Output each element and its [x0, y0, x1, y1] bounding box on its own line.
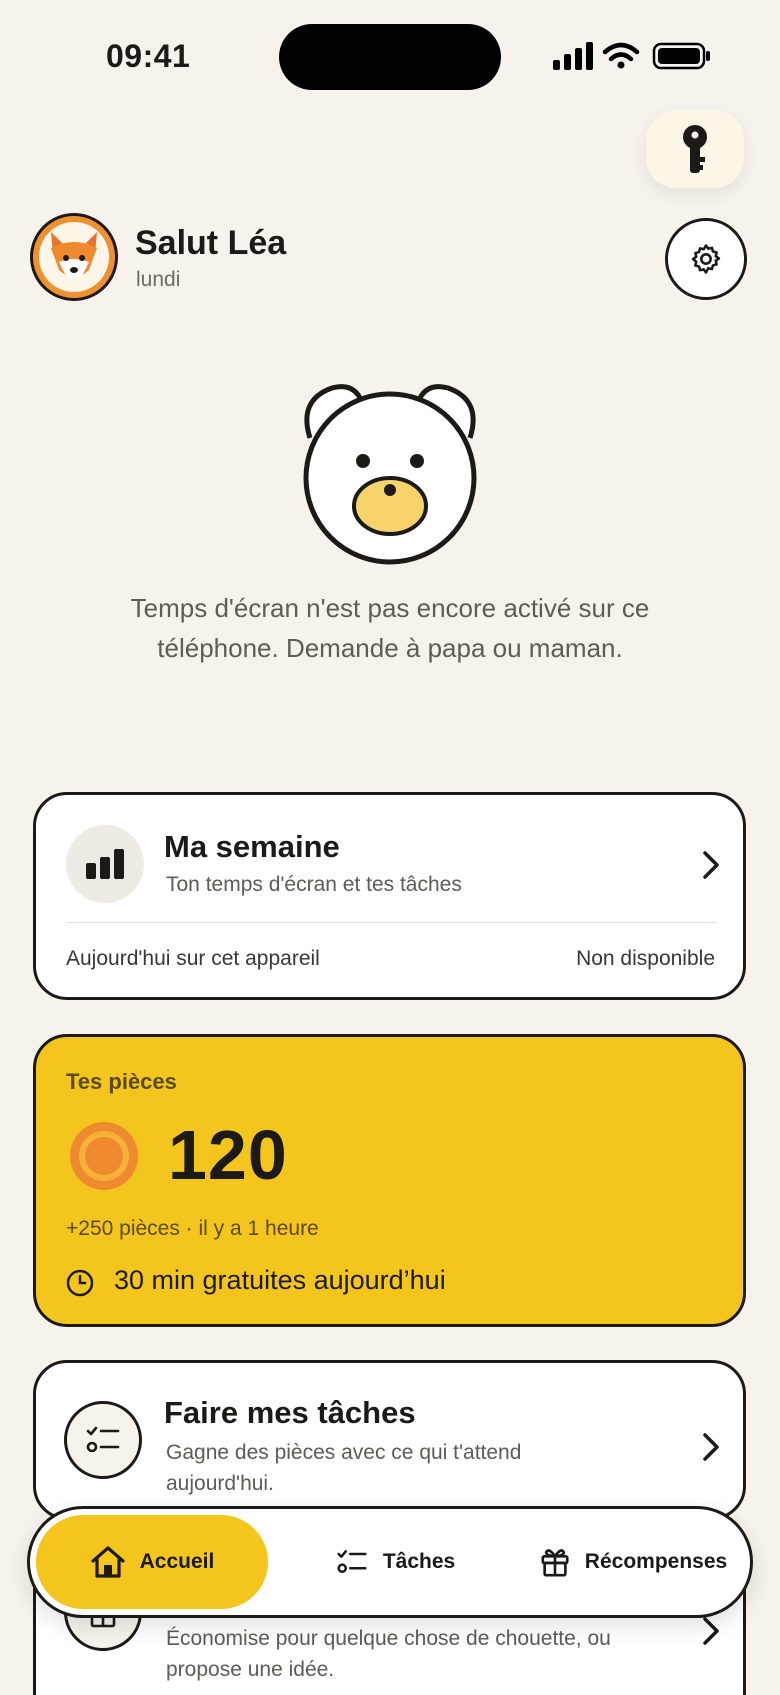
- avatar[interactable]: [30, 213, 118, 301]
- tab-tasks-label: Tâches: [382, 1550, 456, 1573]
- gift-icon: [541, 1549, 569, 1577]
- settings-button[interactable]: [665, 218, 747, 300]
- checklist-icon: [64, 1401, 142, 1479]
- chevron-right-icon: [696, 1613, 726, 1649]
- tasks-card-title: Faire mes tâches: [164, 1395, 416, 1430]
- key-icon: [683, 125, 707, 173]
- fox-avatar-icon: [51, 232, 97, 278]
- week-card-subtitle: Ton temps d'écran et tes tâches: [166, 873, 462, 896]
- coins-card: Tes pièces 120 +250 pièces · il y a 1 he…: [33, 1034, 746, 1327]
- tab-home[interactable]: Accueil: [36, 1515, 268, 1609]
- coin-icon: [68, 1120, 140, 1192]
- wifi-icon: [602, 42, 640, 69]
- week-card-title: Ma semaine: [164, 829, 340, 864]
- home-icon: [91, 1546, 125, 1578]
- bar-chart-icon: [66, 825, 144, 903]
- divider: [66, 922, 716, 923]
- tab-rewards[interactable]: Récompenses: [522, 1515, 744, 1609]
- greeting: Salut Léa: [135, 224, 287, 262]
- rewards-card-subtitle: Économise pour quelque chose de chouette…: [166, 1627, 611, 1681]
- coins-label: Tes pièces: [66, 1069, 177, 1094]
- status-icons: [553, 40, 713, 72]
- status-time: 09:41: [106, 38, 191, 74]
- coins-balance: 120: [168, 1116, 288, 1194]
- dynamic-island: [279, 24, 501, 90]
- week-card[interactable]: Ma semaine Ton temps d'écran et tes tâch…: [33, 792, 746, 1000]
- tab-rewards-label: Récompenses: [584, 1550, 728, 1573]
- battery-icon: [652, 42, 710, 70]
- tab-home-label: Accueil: [139, 1550, 215, 1573]
- chevron-right-icon: [696, 1429, 726, 1465]
- cellular-signal-icon: [553, 42, 593, 70]
- screen-time-message: Temps d'écran n'est pas encore activé su…: [130, 593, 650, 663]
- tab-tasks[interactable]: Tâches: [320, 1515, 470, 1609]
- coins-recent-activity: +250 pièces · il y a 1 heure: [66, 1217, 319, 1240]
- today-device-value: Non disponible: [576, 947, 715, 970]
- chevron-right-icon: [696, 847, 726, 883]
- gear-icon: [691, 244, 721, 274]
- day-label: lundi: [136, 268, 181, 291]
- checklist-icon: [337, 1550, 367, 1574]
- today-device-label: Aujourd'hui sur cet appareil: [66, 947, 320, 970]
- parent-key-button[interactable]: [646, 110, 744, 188]
- tasks-card-subtitle: Gagne des pièces avec ce qui t'attend au…: [166, 1441, 522, 1495]
- bear-mascot-illustration: [290, 378, 490, 568]
- tab-bar: Accueil Tâches Récompenses: [27, 1506, 753, 1618]
- clock-icon: [66, 1269, 94, 1297]
- tasks-card[interactable]: Faire mes tâches Gagne des pièces avec c…: [33, 1360, 746, 1520]
- free-time-label: 30 min gratuites aujourd’hui: [114, 1265, 446, 1295]
